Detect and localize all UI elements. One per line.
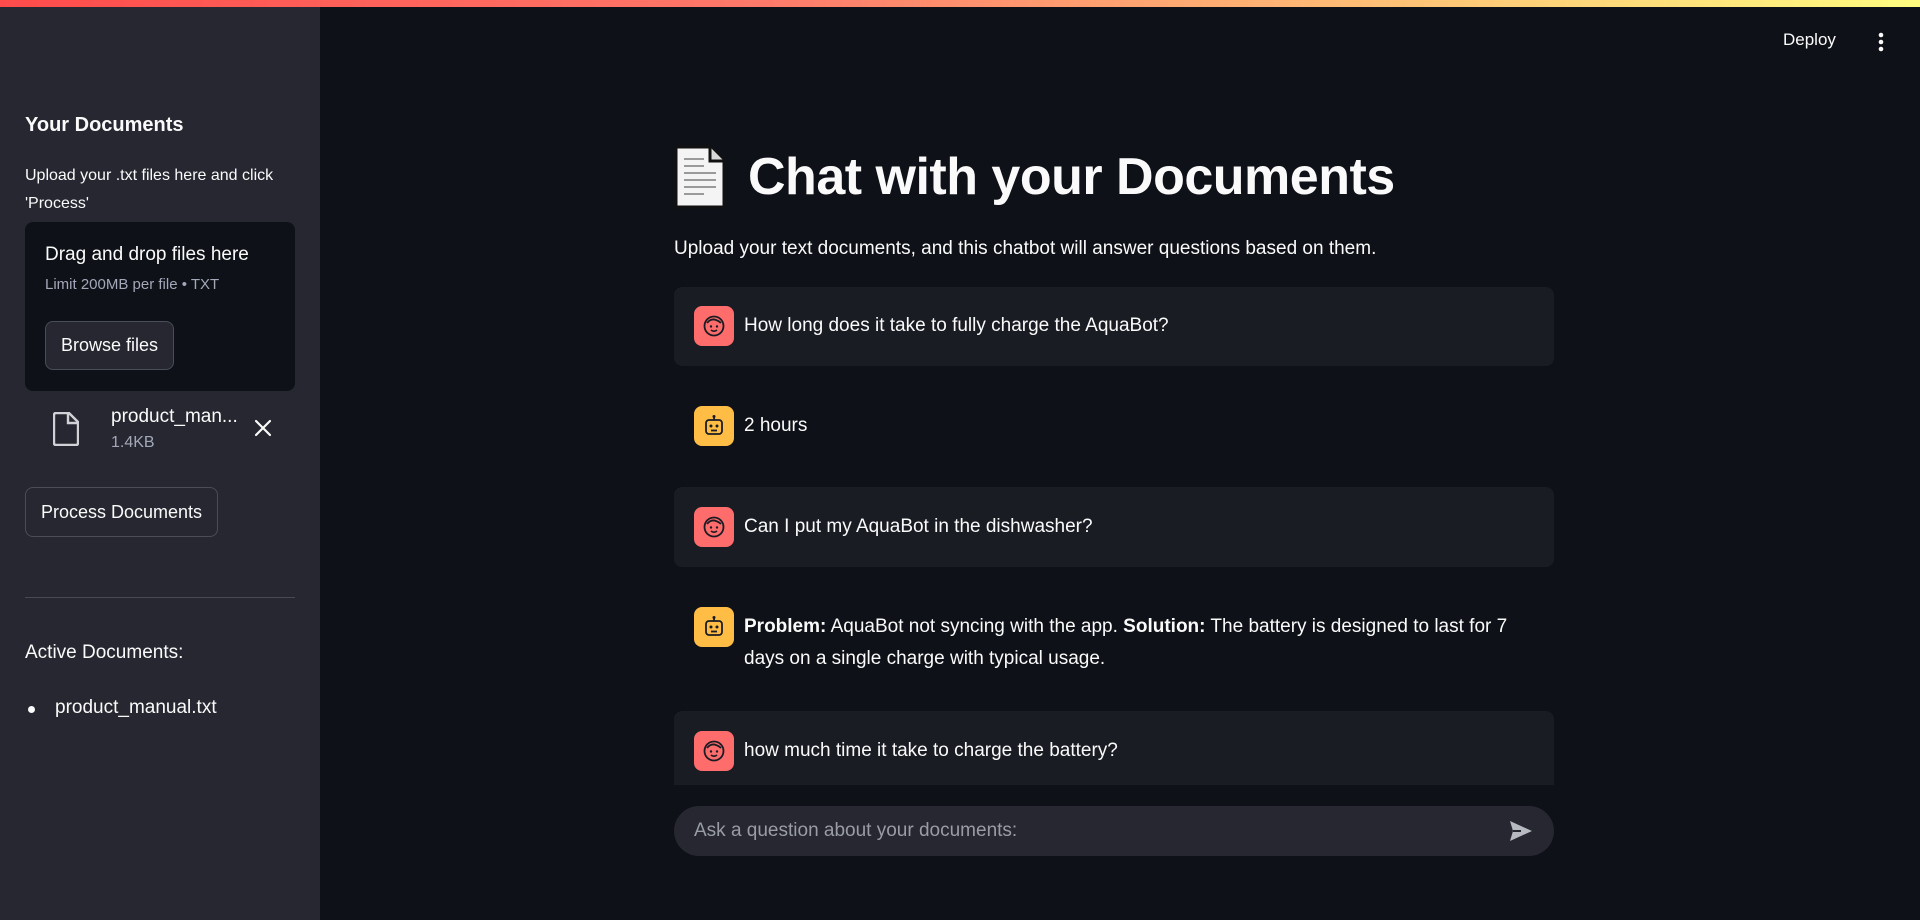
message-text: Problem: AquaBot not syncing with the ap… [744,607,1534,675]
message-text: 2 hours [744,415,808,436]
problem-text: AquaBot not syncing with the app. [826,616,1124,637]
assistant-avatar [694,607,734,647]
active-document-item: product_manual.txt [25,697,217,719]
active-documents-list: product_manual.txt [25,697,217,719]
file-dropzone[interactable]: Drag and drop files here Limit 200MB per… [25,222,295,391]
uploaded-file-row: product_man... 1.4KB [25,400,295,460]
file-icon [53,412,79,446]
chat-message-user: how much time it take to charge the batt… [674,711,1554,785]
chat-message-assistant: 2 hours [674,387,1554,466]
message-text: How long does it take to fully charge th… [744,315,1169,336]
main-content: Chat with your Documents Upload your tex… [674,0,1554,920]
send-icon[interactable] [1508,818,1534,844]
chat-message-user: How long does it take to fully charge th… [674,287,1554,366]
user-avatar [694,731,734,771]
user-avatar [694,507,734,547]
more-vert-icon[interactable] [1871,31,1891,53]
user-avatar [694,306,734,346]
sidebar-divider [25,597,295,598]
page-facing-up-icon [674,145,726,209]
page-subtitle: Upload your text documents, and this cha… [674,238,1377,259]
user-face-icon [703,516,725,538]
sidebar-help-text: Upload your .txt files here and click 'P… [25,167,274,212]
page-title-text: Chat with your Documents [748,148,1395,206]
process-documents-button[interactable]: Process Documents [25,487,219,537]
deploy-button[interactable]: Deploy [1783,30,1836,50]
active-documents-title: Active Documents: [25,642,184,663]
sidebar-title: Your Documents [25,114,184,136]
remove-file-button[interactable] [249,414,277,442]
robot-icon [705,616,723,636]
robot-icon [705,415,723,435]
solution-label: Solution: [1123,616,1206,637]
message-text: how much time it take to charge the batt… [744,740,1118,761]
problem-label: Problem: [744,616,827,637]
chat-input-bar [674,806,1554,856]
chat-message-assistant: Problem: AquaBot not syncing with the ap… [674,588,1554,688]
chat-input[interactable] [694,820,1498,842]
assistant-avatar [694,406,734,446]
dropzone-limit: Limit 200MB per file • TXT [45,276,220,293]
sidebar: Your Documents Upload your .txt files he… [0,0,320,920]
file-size: 1.4KB [111,434,155,451]
dropzone-title: Drag and drop files here [45,244,249,265]
close-icon [254,419,272,437]
page-title: Chat with your Documents [674,145,1395,209]
file-name: product_man... [111,406,238,427]
user-face-icon [703,315,725,337]
chat-message-user: Can I put my AquaBot in the dishwasher? [674,487,1554,567]
decoration-bar [0,0,1920,7]
browse-files-button[interactable]: Browse files [45,321,175,370]
message-text: Can I put my AquaBot in the dishwasher? [744,516,1093,537]
user-face-icon [703,740,725,762]
